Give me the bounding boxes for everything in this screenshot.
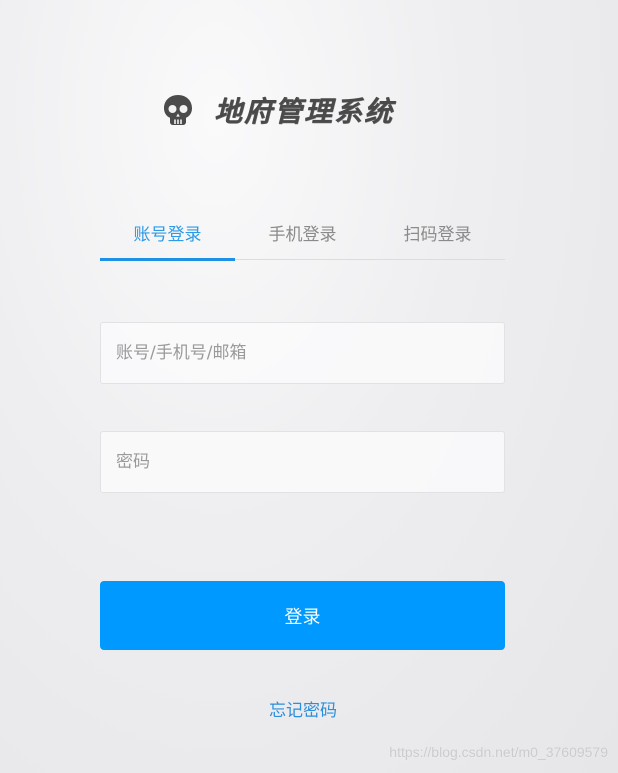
logo: 地府管理系统 [162,90,394,130]
skull-icon [162,94,194,126]
login-button[interactable]: 登录 [100,581,505,650]
forgot-password-link[interactable]: 忘记密码 [0,696,606,721]
account-field [100,322,505,384]
password-input[interactable] [101,432,504,492]
login-page: 地府管理系统 账号登录 手机登录 扫码登录 登录 忘记密码 https://bl… [0,0,618,773]
tab-phone-login[interactable]: 手机登录 [235,215,370,259]
login-tabs: 账号登录 手机登录 扫码登录 [100,215,505,261]
watermark: https://blog.csdn.net/m0_37609579 [389,744,608,760]
tab-account-login[interactable]: 账号登录 [100,215,235,261]
tab-qrcode-login[interactable]: 扫码登录 [370,215,505,259]
app-title: 地府管理系统 [214,95,395,128]
account-input[interactable] [101,323,504,383]
password-field [100,431,505,493]
